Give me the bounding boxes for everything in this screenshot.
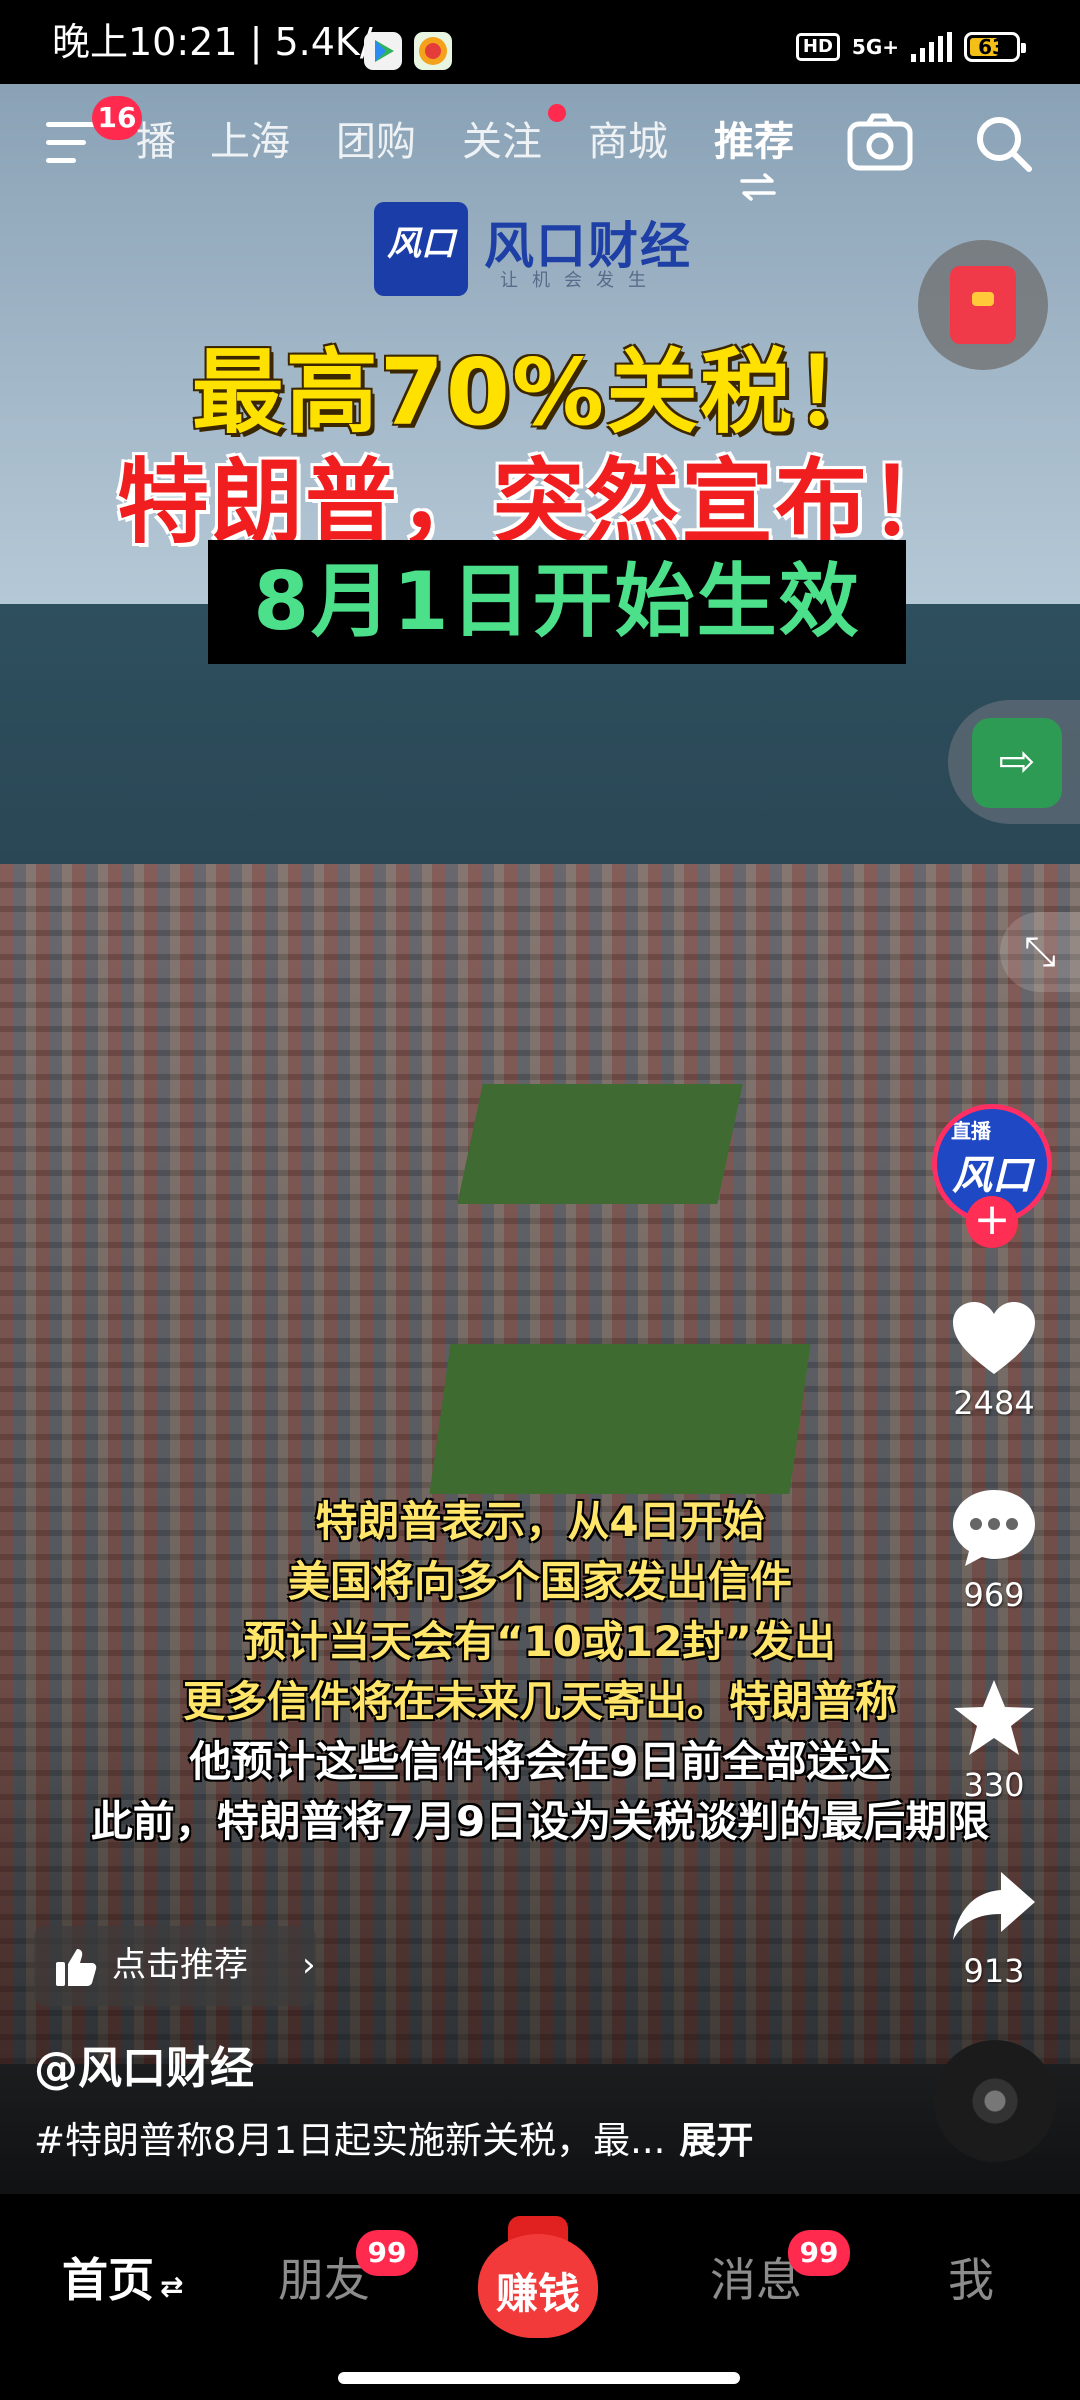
subtitle-line: 预计当天会有“10或12封”发出 xyxy=(243,1617,837,1666)
search-icon[interactable] xyxy=(974,114,1034,178)
swap-icon[interactable] xyxy=(738,172,778,206)
live-label: 直播 xyxy=(951,1119,991,1143)
swap-icon: ⇄ xyxy=(160,2270,184,2303)
nav-home-label: 首页 xyxy=(62,2253,154,2307)
bottom-nav: 首页 ⇄ 朋友 99 赚钱 消息 99 我 xyxy=(0,2194,1080,2400)
like-button[interactable]: 2484 xyxy=(944,1298,1044,1422)
battery-icon: 63 xyxy=(964,32,1026,62)
subtitle-line: 此前，特朗普将7月9日设为关税谈判的最后期限 xyxy=(90,1797,990,1846)
music-disc-icon[interactable] xyxy=(934,2040,1056,2162)
star-icon xyxy=(954,1680,1034,1755)
nav-earn-button[interactable]: 赚钱 xyxy=(478,2208,598,2338)
video-green-field xyxy=(457,1084,743,1204)
favorite-count: 330 xyxy=(963,1766,1025,1804)
following-dot xyxy=(548,104,566,122)
expand-link[interactable]: 展开 xyxy=(679,2119,753,2162)
nav-home[interactable]: 首页 ⇄ xyxy=(62,2250,183,2317)
tab-group-buy[interactable]: 团购 xyxy=(336,114,416,170)
headline-effective-date: 8月1日开始生效 xyxy=(208,540,906,664)
heart-icon xyxy=(953,1302,1035,1374)
status-bar: 晚上10:21 | 5.4K/s HD 5G+ 63 xyxy=(0,0,1080,84)
friends-badge: 99 xyxy=(356,2230,418,2276)
messages-badge: 99 xyxy=(788,2230,850,2276)
battery-level: 63 xyxy=(978,35,1006,59)
play-store-icon xyxy=(364,32,402,70)
subtitle-line: 他预计这些信件将会在9日前全部送达 xyxy=(189,1737,891,1786)
caption-text: #特朗普称8月1日起实施新关税，最... xyxy=(34,2119,666,2162)
recommend-label: 点击推荐 xyxy=(112,1945,248,1985)
subtitle-line: 更多信件将在未来几天寄出。特朗普称 xyxy=(182,1677,897,1726)
app-58-icon xyxy=(414,32,452,70)
thumbs-up-icon xyxy=(54,1946,98,1992)
nav-me[interactable]: 我 xyxy=(948,2250,994,2310)
collapse-icon[interactable]: ⤡ xyxy=(1000,912,1080,992)
author-name[interactable]: @风口财经 xyxy=(34,2032,254,2096)
tab-shanghai[interactable]: 上海 xyxy=(210,114,290,170)
avatar-mark: 风口 xyxy=(952,1153,1032,1199)
nav-earn-label: 赚钱 xyxy=(495,2269,580,2318)
comment-icon xyxy=(953,1490,1035,1566)
chevron-right-icon: › xyxy=(302,1945,316,1985)
recommend-button[interactable]: 点击推荐 › xyxy=(34,1926,316,2006)
share-count: 913 xyxy=(963,1952,1025,1990)
red-packet-button[interactable] xyxy=(918,240,1048,370)
share-arrow-icon xyxy=(953,1872,1035,1940)
subtitle-line: 特朗普表示，从4日开始 xyxy=(315,1497,765,1546)
tab-recommend[interactable]: 推荐 xyxy=(714,114,794,170)
like-count: 2484 xyxy=(953,1384,1035,1422)
signal-icon xyxy=(911,32,952,62)
menu-badge: 16 xyxy=(92,96,142,140)
channel-logo-slogan: 让机会发生 xyxy=(500,270,660,291)
red-packet-icon xyxy=(950,266,1016,344)
share-button[interactable]: 913 xyxy=(944,1866,1044,1990)
status-right-group: HD 5G+ 63 xyxy=(795,30,1026,64)
status-time-speed: 晚上10:21 | 5.4K/s xyxy=(52,20,393,64)
favorite-button[interactable]: 330 xyxy=(944,1676,1044,1804)
channel-logo-mark: 风口 xyxy=(374,202,468,296)
cast-button[interactable]: ⇨ xyxy=(948,700,1080,824)
tab-mall[interactable]: 商城 xyxy=(588,114,668,170)
video-green-field xyxy=(429,1344,811,1494)
menu-icon[interactable] xyxy=(46,122,96,164)
tab-live[interactable]: 播 xyxy=(136,114,176,170)
subtitle-line: 美国将向多个国家发出信件 xyxy=(287,1557,792,1606)
network-type: 5G+ xyxy=(851,35,899,59)
comment-count: 969 xyxy=(963,1576,1025,1614)
comment-button[interactable]: 969 xyxy=(944,1486,1044,1614)
follow-button[interactable]: + xyxy=(966,1196,1018,1248)
cast-icon: ⇨ xyxy=(972,718,1062,808)
tab-following[interactable]: 关注 xyxy=(462,114,542,170)
hd-icon: HD xyxy=(795,33,840,61)
video-caption[interactable]: #特朗普称8月1日起实施新关税，最... 展开 xyxy=(34,2110,753,2164)
camera-icon[interactable] xyxy=(846,112,914,176)
home-indicator[interactable] xyxy=(338,2372,740,2384)
